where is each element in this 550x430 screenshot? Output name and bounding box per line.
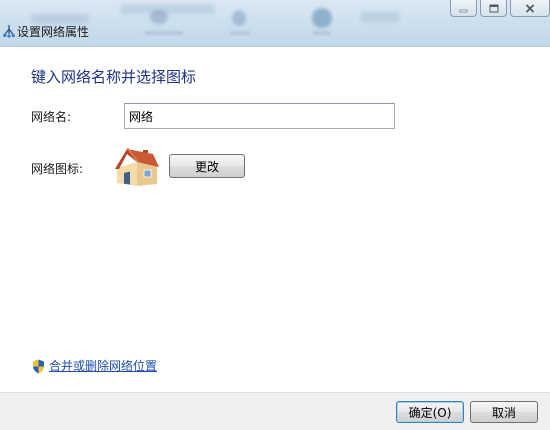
maximize-button[interactable] xyxy=(480,0,507,17)
merge-link-label[interactable]: 合并或删除网络位置 xyxy=(49,358,157,374)
blurred-background xyxy=(230,31,250,35)
network-icon xyxy=(3,25,15,38)
blurred-background xyxy=(150,10,168,24)
minimize-icon xyxy=(459,9,468,12)
title-bar: 设置网络属性 xyxy=(0,0,550,47)
blurred-background xyxy=(312,8,332,28)
caption-buttons xyxy=(450,0,550,17)
page-heading: 键入网络名称并选择图标 xyxy=(31,68,197,86)
blurred-background xyxy=(313,31,331,35)
blurred-background xyxy=(145,31,183,35)
house-icon xyxy=(115,147,159,186)
blurred-background xyxy=(30,14,90,24)
blurred-background xyxy=(120,4,215,14)
close-icon xyxy=(525,3,535,13)
network-name-label: 网络名: xyxy=(31,110,72,124)
dialog-window: 设置网络属性 键入网络名称并选择图标 网络名: 网络 网络图标: 更改 合并或删… xyxy=(0,0,550,430)
ok-button[interactable]: 确定(O) xyxy=(396,401,464,423)
window-title: 设置网络属性 xyxy=(17,25,90,39)
merge-network-link[interactable]: 合并或删除网络位置 xyxy=(32,358,157,374)
dialog-content: 键入网络名称并选择图标 网络名: 网络图标: 更改 xyxy=(0,47,550,392)
blurred-background xyxy=(232,10,246,26)
shield-icon xyxy=(33,359,44,373)
network-icon-label: 网络图标: xyxy=(31,162,84,176)
close-button[interactable] xyxy=(510,0,550,17)
maximize-icon xyxy=(489,4,498,12)
minimize-button[interactable] xyxy=(450,0,477,17)
network-name-input[interactable] xyxy=(124,103,395,129)
blurred-background xyxy=(360,12,400,22)
button-bar: 确定(O) 取消 xyxy=(0,392,550,430)
cancel-button[interactable]: 取消 xyxy=(470,401,538,423)
change-icon-button[interactable]: 更改 xyxy=(169,154,245,178)
